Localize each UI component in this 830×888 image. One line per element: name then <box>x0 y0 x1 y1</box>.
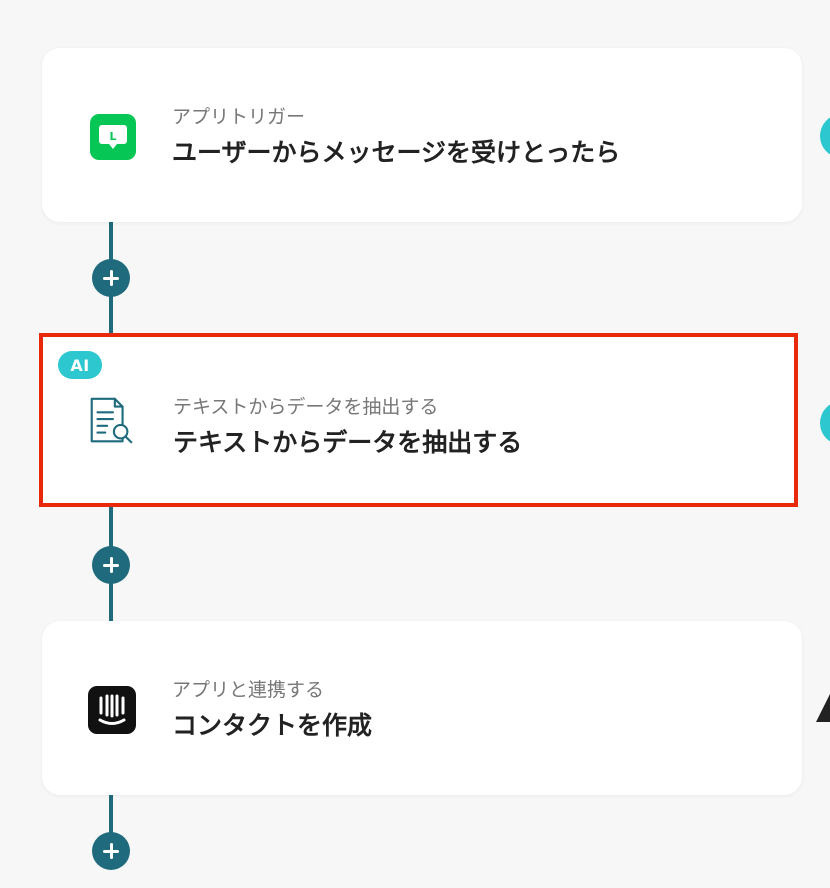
ai-badge: AI <box>58 351 102 379</box>
step-text: アプリトリガー ユーザーからメッセージを受けとったら <box>172 105 620 169</box>
plus-icon <box>103 843 119 859</box>
warning-icon[interactable] <box>816 694 830 722</box>
step-text: アプリと連携する コンタクトを作成 <box>172 678 372 742</box>
plus-icon <box>103 270 119 286</box>
add-step-button[interactable] <box>92 546 130 584</box>
flow-connector <box>109 795 113 835</box>
flow-step-card-ai-extract[interactable]: AI テキストからデータを抽出する テキストからデータを抽出する <box>39 333 798 507</box>
step-title: ユーザーからメッセージを受けとったら <box>172 138 621 167</box>
step-subtitle: アプリトリガー <box>172 106 306 128</box>
add-step-button[interactable] <box>92 832 130 870</box>
step-subtitle: テキストからデータを抽出する <box>173 396 439 418</box>
flow-step-card-trigger[interactable]: L アプリトリガー ユーザーからメッセージを受けとったら <box>42 48 802 222</box>
intercom-icon <box>85 683 139 737</box>
side-status-indicator[interactable] <box>820 401 830 445</box>
document-search-icon <box>84 395 138 449</box>
side-status-indicator[interactable] <box>820 114 830 158</box>
step-subtitle: アプリと連携する <box>172 679 325 701</box>
svg-text:L: L <box>109 130 116 143</box>
plus-icon <box>103 557 119 573</box>
add-step-button[interactable] <box>92 259 130 297</box>
step-text: テキストからデータを抽出する テキストからデータを抽出する <box>173 395 522 459</box>
flow-step-card-action[interactable]: アプリと連携する コンタクトを作成 <box>42 621 802 795</box>
step-title: テキストからデータを抽出する <box>173 428 523 457</box>
step-title: コンタクトを作成 <box>172 711 373 740</box>
line-icon: L <box>86 110 140 164</box>
